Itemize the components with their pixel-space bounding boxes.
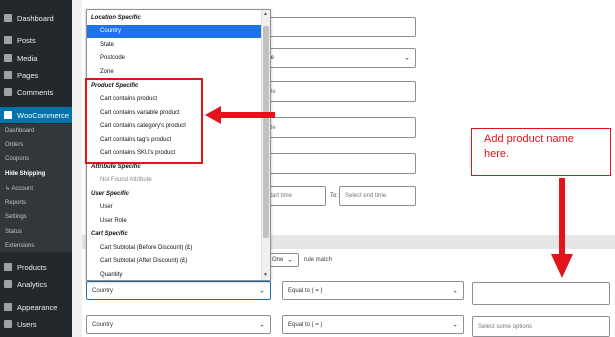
end-time-field[interactable]: Select end time bbox=[339, 186, 416, 206]
arrow-down-icon bbox=[551, 178, 573, 278]
scroll-up-icon[interactable]: ▲ bbox=[263, 11, 268, 17]
option-cart-subtotal-before-discount[interactable]: Cart Subtotal (Before Discount) (£) bbox=[87, 242, 270, 255]
condition-value-input-1[interactable] bbox=[472, 282, 610, 305]
sidebar-item-analytics[interactable]: Analytics bbox=[0, 276, 72, 292]
sidebar-item-users[interactable]: Users bbox=[0, 316, 72, 332]
chevron-down-icon: ⌄ bbox=[287, 256, 293, 264]
optgroup-location-specific: Location Specific bbox=[91, 15, 141, 21]
arrow-left-icon bbox=[205, 106, 275, 124]
rule-select[interactable]: rule⌄ bbox=[258, 48, 416, 68]
chevron-down-icon: ⌄ bbox=[404, 54, 410, 62]
chevron-down-icon: ⌄ bbox=[452, 287, 458, 295]
sidebar-item-comments[interactable]: Comments bbox=[0, 84, 72, 100]
submenu-item-coupons[interactable]: Coupons bbox=[5, 156, 29, 162]
submenu-item-extensions[interactable]: Extensions bbox=[5, 243, 34, 249]
woocommerce-icon bbox=[4, 111, 12, 119]
product-specific-highlight-box bbox=[85, 78, 203, 164]
submenu-item-orders[interactable]: Orders bbox=[5, 142, 23, 148]
option-cart-subtotal-after-discount[interactable]: Cart Subtotal (After Discount) (£) bbox=[87, 255, 270, 268]
sidebar-item-dashboard[interactable]: Dashboard bbox=[0, 10, 72, 26]
condition-field-select-1[interactable]: Country ⌄ bbox=[86, 281, 271, 300]
products-icon bbox=[4, 263, 12, 271]
annotation-callout: Add product name here. bbox=[471, 128, 611, 176]
date-from-field[interactable]: date bbox=[258, 81, 416, 102]
admin-sidebar: Dashboard Posts Media Pages Comments Woo… bbox=[0, 0, 72, 337]
date-to-field[interactable]: date bbox=[258, 117, 416, 138]
sidebar-item-pages[interactable]: Pages bbox=[0, 67, 72, 83]
pages-icon bbox=[4, 71, 12, 79]
option-country[interactable]: Country bbox=[87, 25, 270, 38]
condition-operator-select-1[interactable]: Equal to ( = ) ⌄ bbox=[282, 281, 464, 300]
submenu-item-status[interactable]: Status bbox=[5, 229, 22, 235]
option-quantity[interactable]: Quantity bbox=[87, 269, 270, 280]
dashboard-icon bbox=[4, 14, 12, 22]
sidebar-item-posts[interactable]: Posts bbox=[0, 32, 72, 48]
chevron-down-icon: ⌄ bbox=[259, 321, 265, 329]
extra-field[interactable] bbox=[258, 153, 416, 174]
users-icon bbox=[4, 320, 12, 328]
submenu-item-settings[interactable]: Settings bbox=[5, 214, 27, 220]
optgroup-cart-specific: Cart Specific bbox=[91, 231, 128, 237]
listbox-scrollbar[interactable]: ▲ ▼ bbox=[261, 10, 270, 280]
option-user[interactable]: User bbox=[87, 201, 270, 214]
option-postcode[interactable]: Postcode bbox=[87, 52, 270, 65]
submenu-item-reports[interactable]: Reports bbox=[5, 200, 26, 206]
option-state[interactable]: State bbox=[87, 39, 270, 52]
option-user-role[interactable]: User Role bbox=[87, 215, 270, 228]
woocommerce-submenu: Dashboard Orders Coupons Hide Shipping ↳… bbox=[0, 124, 72, 252]
condition-operator-select-2[interactable]: Equal to ( = ) ⌄ bbox=[282, 315, 464, 334]
submenu-item-dashboard[interactable]: Dashboard bbox=[5, 128, 34, 134]
sidebar-item-woocommerce[interactable]: WooCommerce bbox=[0, 107, 72, 123]
submenu-item-account[interactable]: ↳ Account bbox=[5, 185, 33, 192]
sidebar-item-appearance[interactable]: Appearance bbox=[0, 299, 72, 315]
scrollbar-thumb[interactable] bbox=[263, 26, 269, 238]
optgroup-user-specific: User Specific bbox=[91, 191, 130, 197]
to-label: To: bbox=[330, 193, 339, 199]
media-icon bbox=[4, 54, 12, 62]
scroll-down-icon[interactable]: ▼ bbox=[263, 272, 268, 278]
condition-field-select-2[interactable]: Country ⌄ bbox=[86, 315, 271, 334]
submenu-item-hide-shipping[interactable]: Hide Shipping bbox=[5, 171, 45, 177]
sidebar-item-media[interactable]: Media bbox=[0, 50, 72, 66]
chevron-down-icon: ⌄ bbox=[259, 287, 265, 295]
option-not-found-attribute: Not Found Attribute bbox=[100, 177, 152, 183]
pin-icon bbox=[4, 36, 12, 44]
rule-match-label: rule match bbox=[304, 257, 333, 263]
condition-value-multiselect-2[interactable]: Select some options bbox=[472, 316, 610, 337]
appearance-icon bbox=[4, 303, 12, 311]
analytics-icon bbox=[4, 280, 12, 288]
chevron-down-icon: ⌄ bbox=[452, 321, 458, 329]
sidebar-item-products[interactable]: Products bbox=[0, 259, 72, 275]
top-text-field[interactable] bbox=[258, 17, 416, 37]
comments-icon bbox=[4, 88, 12, 96]
